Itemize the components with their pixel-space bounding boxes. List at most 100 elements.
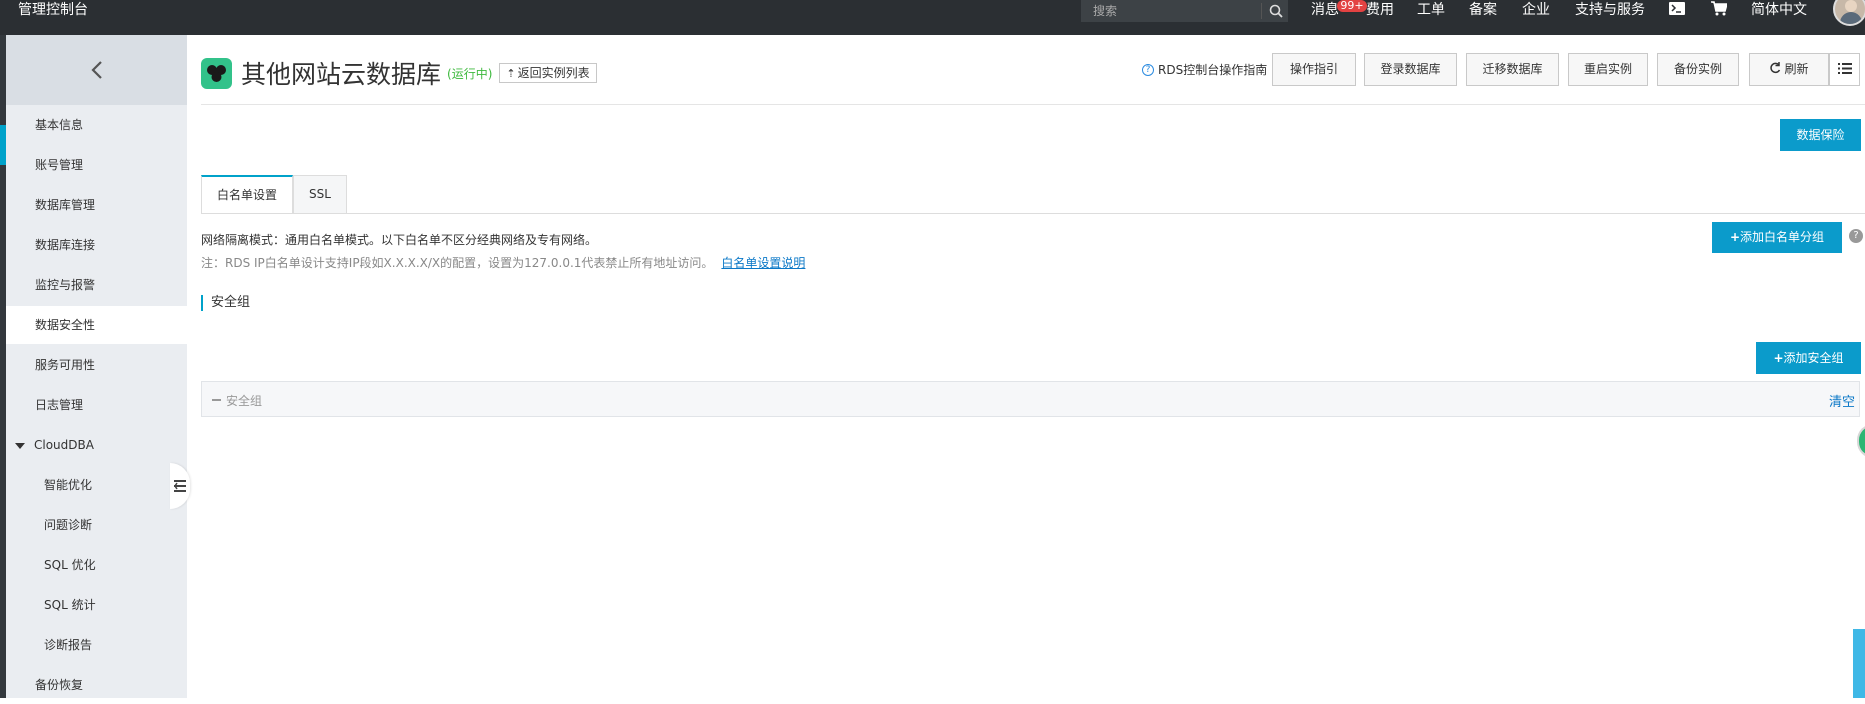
user-avatar[interactable] xyxy=(1833,0,1865,26)
sidebar-item-label: 监控与报警 xyxy=(35,278,96,292)
avatar-head xyxy=(1845,0,1857,12)
sidebar-item-smart-optimization[interactable]: 智能优化 xyxy=(6,466,187,504)
question-icon[interactable]: ? xyxy=(1849,229,1863,243)
sidebar-item-label: 数据库管理 xyxy=(35,198,96,212)
sidebar-item-label: CloudDBA xyxy=(34,438,94,452)
data-protection-button[interactable]: 数据保险 xyxy=(1780,119,1861,151)
top-navigation-bar: 管理控制台 消息 99+ 费用 工单 备案 企业 支持与服务 简体中文 xyxy=(0,0,1865,35)
header-divider xyxy=(201,104,1865,105)
sidebar-item-label: 备份恢复 xyxy=(35,678,84,692)
caret-down-icon xyxy=(15,442,25,449)
sidebar-item-label: 服务可用性 xyxy=(35,358,96,372)
cart-icon[interactable] xyxy=(1711,1,1727,16)
restart-instance-button[interactable]: 重启实例 xyxy=(1568,53,1648,86)
sidebar-collapse-handle[interactable] xyxy=(170,463,190,509)
sidebar-item-monitoring[interactable]: 监控与报警 xyxy=(6,266,187,304)
sidebar-back-button[interactable] xyxy=(6,35,187,105)
sidebar-item-backup-restore[interactable]: 备份恢复 xyxy=(6,666,187,704)
collapse-minus-icon[interactable] xyxy=(212,399,221,401)
sidebar-item-logs[interactable]: 日志管理 xyxy=(6,386,187,424)
login-database-button[interactable]: 登录数据库 xyxy=(1364,53,1457,86)
avatar-body xyxy=(1840,12,1862,24)
security-group-panel: 安全组 清空 xyxy=(201,381,1860,417)
search-icon[interactable] xyxy=(1268,3,1284,19)
search-input[interactable] xyxy=(1081,4,1261,18)
backup-instance-button[interactable]: 备份实例 xyxy=(1657,53,1739,86)
tab-whitelist[interactable]: 白名单设置 xyxy=(201,175,294,214)
back-list-label: 返回实例列表 xyxy=(517,66,590,80)
sidebar-item-connection[interactable]: 数据库连接 xyxy=(6,226,187,264)
sidebar-item-sql-statistics[interactable]: SQL 统计 xyxy=(6,586,187,624)
nav-tickets[interactable]: 工单 xyxy=(1417,0,1445,20)
sidebar-item-label: 日志管理 xyxy=(35,398,84,412)
add-whitelist-label: 添加白名单分组 xyxy=(1740,230,1825,244)
sidebar-item-label: SQL 统计 xyxy=(44,598,96,612)
rds-logo-icon xyxy=(201,57,232,89)
terminal-icon[interactable] xyxy=(1669,2,1685,15)
database-glyph-icon xyxy=(207,64,226,82)
sidebar-item-accounts[interactable]: 账号管理 xyxy=(6,146,187,184)
search-divider xyxy=(1261,3,1262,19)
global-search xyxy=(1081,0,1288,22)
sidebar-item-label: 智能优化 xyxy=(44,478,93,492)
nav-language[interactable]: 简体中文 xyxy=(1751,0,1807,20)
sidebar: 基本信息 账号管理 数据库管理 数据库连接 监控与报警 数据安全性 服务可用性 … xyxy=(6,35,187,698)
message-count-badge: 99+ xyxy=(1337,0,1367,12)
security-group-section-title: 安全组 xyxy=(201,295,250,311)
nav-icp-filing[interactable]: 备案 xyxy=(1469,0,1497,20)
floating-assistant-button[interactable] xyxy=(1857,424,1865,458)
refresh-label: 刷新 xyxy=(1784,62,1809,76)
sidebar-item-label: 基本信息 xyxy=(35,118,84,132)
sidebar-item-label: 数据库连接 xyxy=(35,238,96,252)
back-to-instance-list-button[interactable]: ⇡ 返回实例列表 xyxy=(499,63,597,83)
sidebar-item-label: 问题诊断 xyxy=(44,518,93,532)
migrate-database-button[interactable]: 迁移数据库 xyxy=(1466,53,1559,86)
refresh-icon xyxy=(1770,62,1781,74)
plus-icon: + xyxy=(1773,351,1784,365)
help-circle-icon: ? xyxy=(1142,63,1154,76)
status-badge: (运行中) xyxy=(447,66,493,81)
sidebar-item-availability[interactable]: 服务可用性 xyxy=(6,346,187,384)
list-icon xyxy=(1837,63,1852,74)
sidebar-item-basic-info[interactable]: 基本信息 xyxy=(6,106,187,144)
list-view-button[interactable] xyxy=(1829,53,1860,86)
whitelist-note-text: 注：RDS IP白名单设计支持IP段如X.X.X.X/X的配置，设置为127.0… xyxy=(201,256,714,270)
sidebar-item-data-security[interactable]: 数据安全性 xyxy=(6,306,187,344)
sidebar-group-clouddba[interactable]: CloudDBA xyxy=(6,426,187,464)
tabs-divider xyxy=(201,213,1865,214)
security-group-panel-label: 安全组 xyxy=(226,394,263,408)
collapse-menu-icon xyxy=(174,480,186,492)
sidebar-item-databases[interactable]: 数据库管理 xyxy=(6,186,187,224)
refresh-button[interactable]: 刷新 xyxy=(1749,53,1829,86)
plus-icon: + xyxy=(1729,230,1741,244)
floating-consult-tab[interactable] xyxy=(1853,629,1865,698)
nav-billing[interactable]: 费用 xyxy=(1366,0,1394,20)
add-security-group-button[interactable]: +添加安全组 xyxy=(1756,342,1861,374)
rds-guide-link[interactable]: ? RDS控制台操作指南 xyxy=(1142,61,1267,78)
instance-header: 其他网站云数据库 (运行中) ⇡ 返回实例列表 xyxy=(201,57,597,89)
whitelist-note: 注：RDS IP白名单设计支持IP段如X.X.X.X/X的配置，设置为127.0… xyxy=(201,254,805,271)
rds-guide-label: RDS控制台操作指南 xyxy=(1158,63,1268,77)
clear-security-groups-link[interactable]: 清空 xyxy=(1829,391,1855,410)
security-tabs: 白名单设置 SSL xyxy=(201,175,347,214)
chevron-left-icon xyxy=(90,61,102,79)
sidebar-item-sql-optimization[interactable]: SQL 优化 xyxy=(6,546,187,584)
sidebar-item-label: 诊断报告 xyxy=(44,638,93,652)
operation-guide-button[interactable]: 操作指引 xyxy=(1272,53,1356,86)
arrow-up-icon: ⇡ xyxy=(506,67,516,80)
sidebar-item-label: SQL 优化 xyxy=(44,558,96,572)
nav-messages[interactable]: 消息 xyxy=(1311,0,1339,20)
console-brand[interactable]: 管理控制台 xyxy=(18,0,88,20)
network-isolation-note: 网络隔离模式：通用白名单模式。以下白名单不区分经典网络及专有网络。 xyxy=(201,233,598,247)
add-whitelist-group-button[interactable]: +添加白名单分组 xyxy=(1712,222,1842,253)
nav-support[interactable]: 支持与服务 xyxy=(1575,0,1645,20)
nav-enterprise[interactable]: 企业 xyxy=(1522,0,1550,20)
page-title: 其他网站云数据库 xyxy=(241,60,442,89)
tab-ssl[interactable]: SSL xyxy=(293,175,347,214)
sidebar-item-diagnosis-report[interactable]: 诊断报告 xyxy=(6,626,187,664)
whitelist-help-link[interactable]: 白名单设置说明 xyxy=(721,256,805,270)
sidebar-item-diagnosis[interactable]: 问题诊断 xyxy=(6,506,187,544)
sidebar-item-label: 账号管理 xyxy=(35,158,84,172)
sidebar-item-label: 数据安全性 xyxy=(35,318,96,332)
add-security-group-label: 添加安全组 xyxy=(1783,351,1844,365)
